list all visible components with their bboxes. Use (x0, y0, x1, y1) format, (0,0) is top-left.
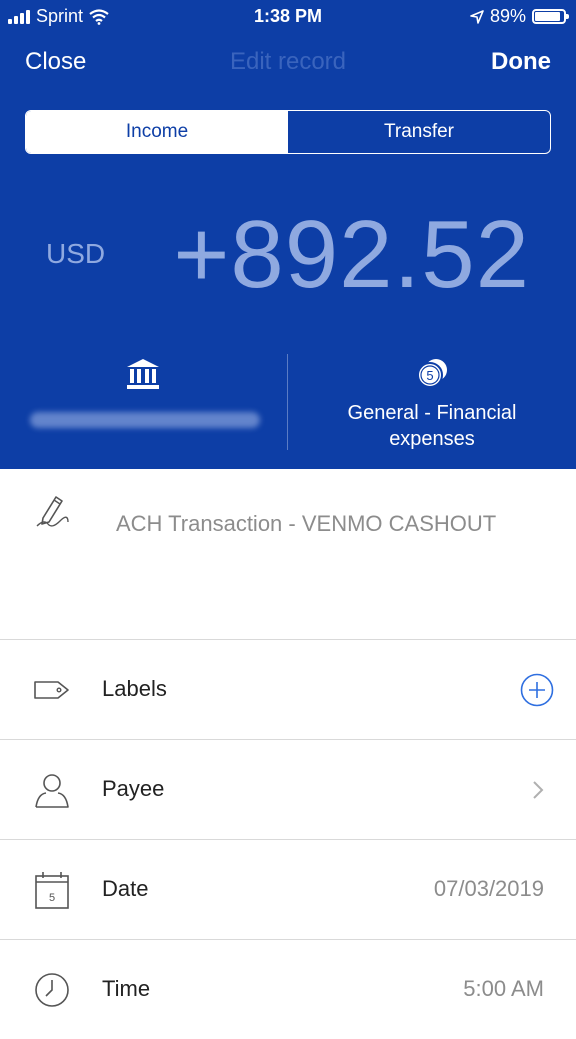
labels-label: Labels (102, 676, 167, 701)
calendar-icon: 5 (35, 872, 69, 909)
category-label-line2: expenses (389, 428, 475, 450)
amount-value[interactable]: +892.52 (173, 200, 530, 310)
category-selector[interactable]: 5 General - Financial expenses (288, 350, 576, 450)
payee-label: Payee (102, 776, 165, 801)
labels-row[interactable]: Labels (0, 640, 576, 740)
account-selector[interactable] (0, 350, 288, 450)
time-value[interactable]: 5:00 AM (463, 976, 544, 1002)
category-label-line1: General - Financial (347, 402, 517, 424)
add-label-icon[interactable] (520, 673, 554, 707)
page-title: Edit record (229, 48, 347, 75)
category-coins-icon: 5 (417, 359, 447, 388)
battery-icon (532, 9, 569, 24)
tag-icon (34, 681, 69, 699)
note-section[interactable]: ACH Transaction - VENMO CASHOUT (0, 469, 576, 640)
currency-label[interactable]: USD (46, 238, 105, 270)
user-icon (35, 774, 69, 808)
time-label: Time (102, 976, 151, 1001)
pen-signature-icon (36, 496, 69, 527)
payee-row[interactable]: Payee (0, 740, 576, 840)
date-label: Date (102, 876, 149, 901)
record-type-segmented-control: Income Transfer (25, 110, 551, 154)
account-name-redacted (30, 412, 260, 428)
done-button[interactable]: Done (491, 48, 551, 76)
battery-percent: 89% (489, 6, 526, 26)
category-badge: 5 (426, 368, 433, 383)
time-row[interactable]: Time 5:00 AM (0, 940, 576, 1039)
amount-display[interactable]: USD +892.52 (0, 200, 576, 310)
category-label: General - Financial expenses (288, 400, 576, 452)
status-bar: Sprint 1:38 PM 89% (0, 0, 576, 34)
date-value[interactable]: 07/03/2019 (434, 876, 544, 902)
bank-icon (127, 359, 159, 389)
segment-income[interactable]: Income (26, 111, 288, 153)
calendar-day: 5 (49, 892, 55, 904)
location-arrow-icon (470, 9, 484, 24)
chevron-right-icon[interactable] (520, 773, 554, 807)
date-row[interactable]: 5 Date 07/03/2019 (0, 840, 576, 940)
note-text[interactable]: ACH Transaction - VENMO CASHOUT (116, 511, 496, 537)
segment-transfer[interactable]: Transfer (288, 111, 550, 153)
navigation-bar: Close Edit record Done (0, 48, 576, 84)
clock-icon (35, 973, 69, 1007)
